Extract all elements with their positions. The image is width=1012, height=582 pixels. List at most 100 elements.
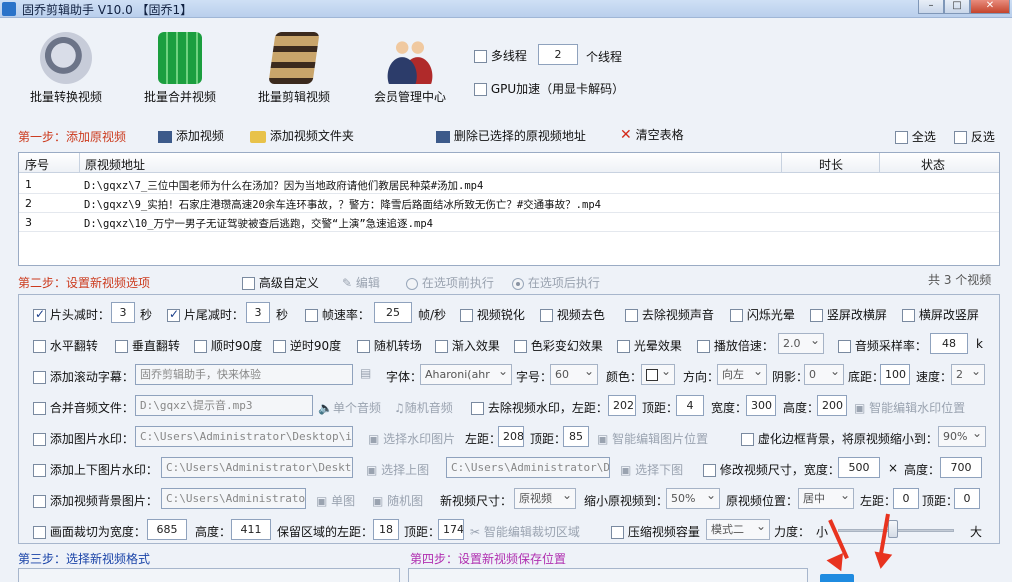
speed-option[interactable]: 播放倍速： bbox=[697, 337, 774, 354]
v2h-checkbox[interactable] bbox=[810, 309, 823, 322]
after-radio[interactable] bbox=[512, 277, 524, 290]
blur-bg-option[interactable]: 虚化边框背景，将原视频缩小到： bbox=[741, 430, 938, 447]
multi-thread-checkbox[interactable] bbox=[474, 50, 487, 63]
merge-audio-checkbox[interactable] bbox=[33, 402, 46, 415]
table-row[interactable]: 3 D:\gqxz\10_万宁一男子无证驾驶被查后逃跑，交警“上演”急速追逐.m… bbox=[19, 213, 999, 232]
resize-width-input[interactable]: 500 bbox=[838, 457, 880, 478]
updown-wm-checkbox[interactable] bbox=[33, 464, 46, 477]
col-duration[interactable]: 时长 bbox=[819, 156, 843, 173]
invert-checkbox[interactable] bbox=[954, 131, 967, 144]
random-trans-checkbox[interactable] bbox=[357, 340, 370, 353]
force-slider-thumb[interactable] bbox=[888, 520, 898, 538]
choose-up-button[interactable]: ▣ 选择上图 bbox=[366, 461, 429, 478]
start-button[interactable] bbox=[820, 574, 854, 582]
new-size-select[interactable]: 原视频 bbox=[514, 488, 576, 509]
color-change-option[interactable]: 色彩变幻效果 bbox=[514, 337, 603, 354]
scroll-text-input[interactable]: 固乔剪辑助手，快来体验 bbox=[135, 364, 353, 385]
choose-down-button[interactable]: ▣ 选择下图 bbox=[620, 461, 683, 478]
remove-audio-option[interactable]: 去除视频声音 bbox=[625, 306, 714, 323]
maximize-button[interactable]: □ bbox=[944, 0, 970, 14]
resize-height-input[interactable]: 700 bbox=[940, 457, 982, 478]
img-left-input[interactable]: 208 bbox=[498, 426, 524, 447]
text-edit-icon[interactable]: ▤ bbox=[360, 366, 371, 380]
halo-option[interactable]: 光晕效果 bbox=[617, 337, 682, 354]
color-select[interactable] bbox=[641, 364, 675, 385]
advanced-checkbox[interactable] bbox=[242, 277, 255, 290]
random-trans-option[interactable]: 随机转场 bbox=[357, 337, 422, 354]
remove-audio-checkbox[interactable] bbox=[625, 309, 638, 322]
multi-thread-option[interactable]: 多线程 bbox=[474, 47, 527, 64]
add-folder-button[interactable]: 添加视频文件夹 bbox=[250, 127, 354, 144]
before-option[interactable]: 在选项前执行 bbox=[406, 274, 494, 291]
crop-option[interactable]: 画面裁切为宽度： bbox=[33, 523, 146, 540]
fps-checkbox[interactable] bbox=[305, 309, 318, 322]
color-change-checkbox[interactable] bbox=[514, 340, 527, 353]
tail-cut-input[interactable]: 3 bbox=[246, 302, 270, 323]
crop-width-input[interactable]: 685 bbox=[147, 519, 187, 540]
remove-watermark-checkbox[interactable] bbox=[471, 402, 484, 415]
wm-top-input[interactable]: 4 bbox=[676, 395, 704, 416]
single-audio-button[interactable]: 🔈单个音频 bbox=[318, 399, 381, 416]
invert-option[interactable]: 反选 bbox=[954, 128, 995, 145]
bg-img-checkbox[interactable] bbox=[33, 495, 46, 508]
single-img-button[interactable]: ▣ 单图 bbox=[316, 492, 355, 509]
vflip-checkbox[interactable] bbox=[115, 340, 128, 353]
delete-selected-button[interactable]: 删除已选择的原视频地址 bbox=[436, 127, 586, 144]
video-table[interactable]: 序号 原视频地址 时长 状态 1 D:\gqxz\7_三位中国老师为什么在汤加？… bbox=[18, 152, 1000, 266]
add-video-button[interactable]: 添加视频 bbox=[158, 127, 224, 144]
scroll-text-checkbox[interactable] bbox=[33, 371, 46, 384]
updown-wm-option[interactable]: 添加上下图片水印： bbox=[33, 461, 158, 478]
flash-option[interactable]: 闪烁光晕 bbox=[730, 306, 795, 323]
edit-button[interactable]: ✎ 编辑 bbox=[342, 274, 380, 291]
wm-left-input[interactable]: 202 bbox=[608, 395, 636, 416]
halo-checkbox[interactable] bbox=[617, 340, 630, 353]
advanced-option[interactable]: 高级自定义 bbox=[242, 274, 319, 291]
decolor-checkbox[interactable] bbox=[540, 309, 553, 322]
img-wm-path-input[interactable]: C:\Users\Administrator\Desktop\img-q bbox=[135, 426, 353, 447]
tail-cut-option[interactable]: 片尾减时： bbox=[167, 306, 244, 323]
bg-top-input[interactable]: 0 bbox=[954, 488, 980, 509]
sharpen-checkbox[interactable] bbox=[460, 309, 473, 322]
blur-bg-checkbox[interactable] bbox=[741, 433, 754, 446]
shadow-select[interactable]: 0 bbox=[804, 364, 844, 385]
hflip-checkbox[interactable] bbox=[33, 340, 46, 353]
table-row[interactable]: 2 D:\gqxz\9_实拍！石家庄港瓒高速20余车连环事故，？警方：降雪后路面… bbox=[19, 194, 999, 213]
resize-checkbox[interactable] bbox=[703, 464, 716, 477]
pos-select[interactable]: 居中 bbox=[798, 488, 854, 509]
member-center-button[interactable]: 会员管理中心 bbox=[372, 32, 448, 105]
random-audio-button[interactable]: ♫随机音频 bbox=[394, 399, 453, 416]
crop-checkbox[interactable] bbox=[33, 526, 46, 539]
resize-option[interactable]: 修改视频尺寸，宽度： bbox=[703, 461, 840, 478]
h2v-checkbox[interactable] bbox=[902, 309, 915, 322]
rotn90-checkbox[interactable] bbox=[273, 340, 286, 353]
sample-option[interactable]: 音频采样率： bbox=[838, 337, 927, 354]
sharpen-option[interactable]: 视频锐化 bbox=[460, 306, 525, 323]
sample-checkbox[interactable] bbox=[838, 340, 851, 353]
gpu-checkbox[interactable] bbox=[474, 83, 487, 96]
fade-in-checkbox[interactable] bbox=[435, 340, 448, 353]
direction-select[interactable]: 向左 bbox=[717, 364, 767, 385]
head-cut-option[interactable]: 片头减时： bbox=[33, 306, 110, 323]
speed-checkbox[interactable] bbox=[697, 340, 710, 353]
hflip-option[interactable]: 水平翻转 bbox=[33, 337, 98, 354]
blur-select[interactable]: 90% bbox=[938, 426, 986, 447]
keep-left-input[interactable]: 18 bbox=[373, 519, 399, 540]
select-all-option[interactable]: 全选 bbox=[895, 128, 936, 145]
vflip-option[interactable]: 垂直翻转 bbox=[115, 337, 180, 354]
fps-input[interactable]: 25 bbox=[374, 302, 412, 323]
fade-in-option[interactable]: 渐入效果 bbox=[435, 337, 500, 354]
img-watermark-checkbox[interactable] bbox=[33, 433, 46, 446]
keep-top-input[interactable]: 174 bbox=[438, 519, 464, 540]
img-top-input[interactable]: 85 bbox=[563, 426, 589, 447]
rot90-checkbox[interactable] bbox=[194, 340, 207, 353]
speed-select[interactable]: 2.0 bbox=[778, 333, 824, 354]
decolor-option[interactable]: 视频去色 bbox=[540, 306, 605, 323]
smart-wm-button[interactable]: ▣ 智能编辑水印位置 bbox=[854, 399, 965, 416]
random-img-button[interactable]: ▣ 随机图 bbox=[372, 492, 423, 509]
bottom-input[interactable]: 100 bbox=[880, 364, 910, 385]
close-button[interactable]: ✕ bbox=[970, 0, 1010, 14]
h2v-option[interactable]: 横屏改竖屏 bbox=[902, 306, 979, 323]
font-select[interactable]: Aharoni(ahr bbox=[420, 364, 512, 385]
up-path-input[interactable]: C:\Users\Administrator\Desktop\i bbox=[161, 457, 353, 478]
wm-height-input[interactable]: 200 bbox=[817, 395, 847, 416]
